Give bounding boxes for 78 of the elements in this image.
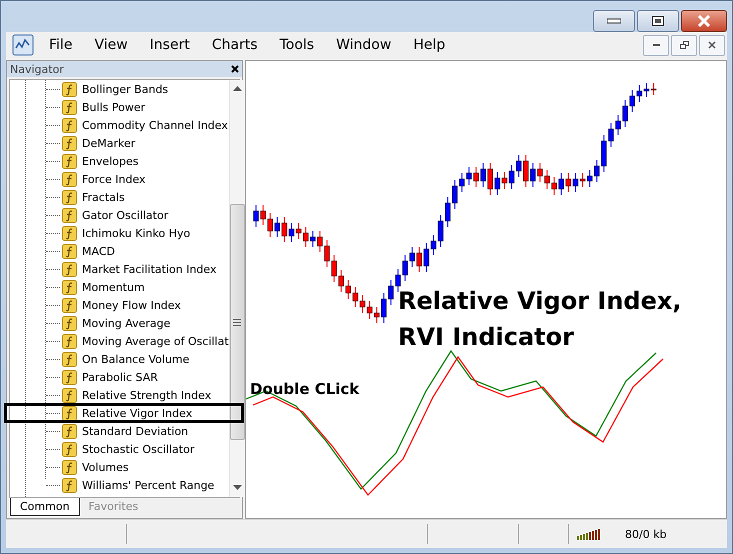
function-icon (62, 478, 77, 492)
maximize-button[interactable] (637, 10, 679, 32)
function-icon (62, 208, 77, 222)
indicator-item[interactable]: Standard Deviation (82, 424, 188, 438)
menu-item[interactable]: Charts (200, 37, 269, 53)
panel-tab[interactable]: Common (10, 498, 80, 516)
traffic-label: 80/0 kb (625, 528, 667, 540)
function-icon (62, 460, 77, 474)
function-icon (62, 334, 77, 348)
indicator-item[interactable]: Relative Strength Index (82, 388, 212, 402)
indicator-item[interactable]: Ichimoku Kinko Hyo (82, 226, 190, 240)
function-icon (62, 352, 77, 366)
close-icon[interactable] (231, 65, 239, 73)
indicator-item[interactable]: Commodity Channel Index (82, 118, 228, 132)
function-icon (62, 316, 77, 330)
indicator-item[interactable]: Moving Average of Oscillat (82, 334, 229, 348)
indicator-item[interactable]: Money Flow Index (82, 298, 181, 312)
indicator-item[interactable]: Fractals (82, 190, 125, 204)
restore-button[interactable] (671, 34, 697, 56)
function-icon (62, 118, 77, 132)
minimize-icon (652, 44, 660, 46)
indicator-item[interactable]: Gator Oscillator (82, 208, 168, 222)
minimize-button[interactable] (593, 10, 635, 32)
function-icon (62, 136, 77, 150)
menu-item[interactable]: View (83, 37, 139, 53)
function-icon (62, 442, 77, 456)
close-icon (697, 15, 711, 27)
function-icon (62, 190, 77, 204)
minimize-icon (607, 18, 621, 24)
scroll-down-icon[interactable] (232, 485, 242, 491)
grip-icon (233, 318, 242, 326)
indicator-item[interactable]: Relative Vigor Index (82, 406, 192, 420)
navigator-title: Navigator (10, 62, 64, 76)
chart-caption: Relative Vigor Index, RVI Indicator (398, 286, 682, 353)
indicator-item[interactable]: Bollinger Bands (82, 82, 168, 96)
function-icon (62, 406, 77, 420)
indicator-item[interactable]: MACD (82, 244, 115, 258)
app-logo-icon (12, 34, 34, 56)
function-icon (62, 298, 77, 312)
close-button[interactable] (681, 10, 727, 32)
menu-item[interactable]: Help (402, 37, 456, 53)
function-icon (62, 370, 77, 384)
indicator-item[interactable]: Stochastic Oscillator (82, 442, 194, 456)
function-icon (62, 100, 77, 114)
callout-label: Double CLick (250, 380, 360, 398)
menu-item[interactable]: Window (325, 37, 402, 53)
restore-icon (680, 41, 688, 49)
close-icon (708, 41, 716, 49)
indicator-item[interactable]: Market Facilitation Index (82, 262, 216, 276)
indicator-item[interactable]: Force Index (82, 172, 146, 186)
indicator-item[interactable]: Moving Average (82, 316, 170, 330)
indicator-item[interactable]: Williams' Percent Range (82, 478, 214, 492)
indicator-item[interactable]: Parabolic SAR (82, 370, 158, 384)
function-icon (62, 388, 77, 402)
indicator-item[interactable]: Envelopes (82, 154, 138, 168)
scroll-thumb[interactable] (230, 204, 245, 440)
indicator-item[interactable]: On Balance Volume (82, 352, 190, 366)
function-icon (62, 424, 77, 438)
menu-item[interactable]: Insert (138, 37, 201, 53)
scrollbar[interactable] (228, 80, 245, 497)
function-icon (62, 154, 77, 168)
indicator-item[interactable]: Momentum (82, 280, 145, 294)
function-icon (62, 172, 77, 186)
indicator-item[interactable]: DeMarker (82, 136, 136, 150)
maximize-icon (652, 16, 664, 26)
menu-item[interactable]: File (38, 37, 84, 53)
menu-item[interactable]: Tools (268, 37, 326, 53)
close-button[interactable] (699, 34, 725, 56)
scroll-up-icon[interactable] (232, 86, 242, 92)
function-icon (62, 262, 77, 276)
indicator-item[interactable]: Bulls Power (82, 100, 146, 114)
function-icon (62, 244, 77, 258)
indicator-item[interactable]: Volumes (82, 460, 129, 474)
minimize-button[interactable] (643, 34, 669, 56)
function-icon (62, 82, 77, 96)
connection-bars-icon (577, 528, 601, 540)
function-icon (62, 280, 77, 294)
function-icon (62, 226, 77, 240)
